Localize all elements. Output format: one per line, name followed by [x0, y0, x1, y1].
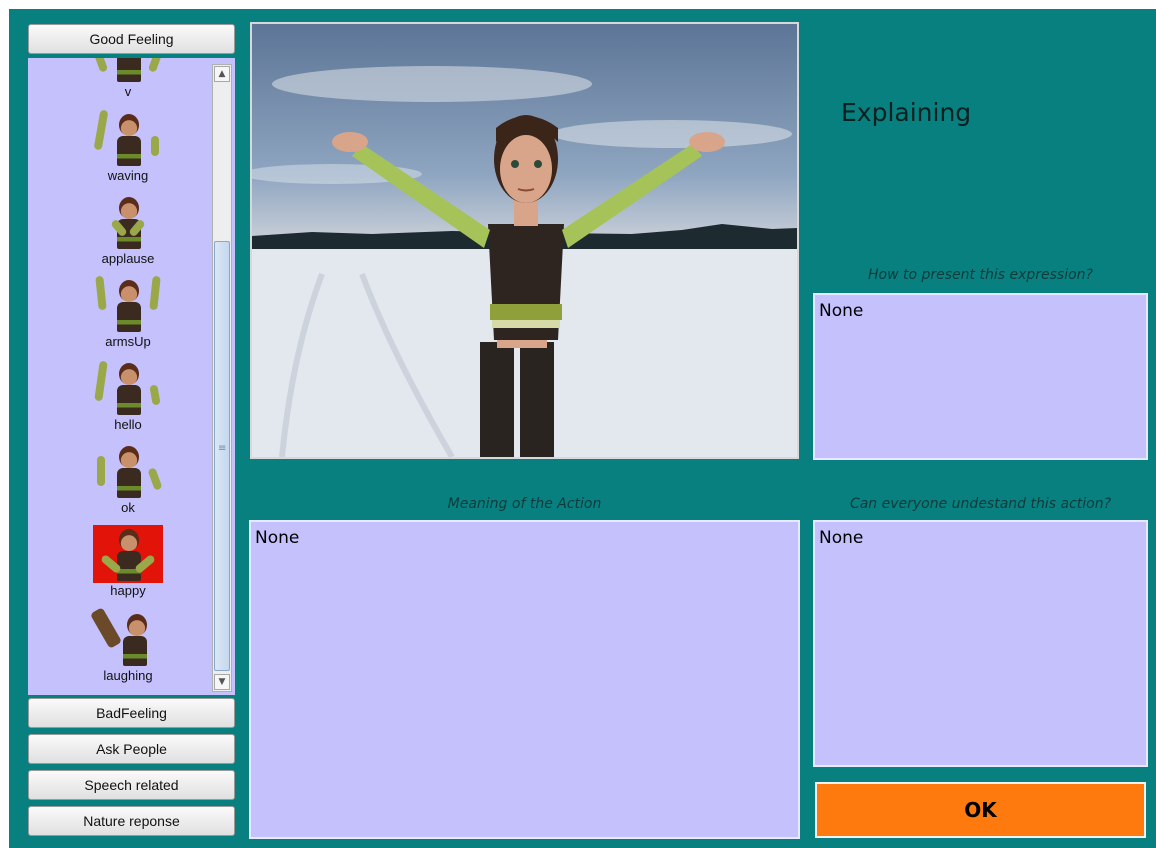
list-item-label: happy [110, 583, 146, 598]
ok-button[interactable]: OK [815, 782, 1146, 838]
present-field[interactable]: None [813, 293, 1148, 460]
category-nature-reponse-button[interactable]: Nature reponse [28, 806, 235, 836]
avatar-pose-hello-icon [93, 359, 163, 417]
avatar-3d-viewport[interactable] [250, 22, 799, 459]
gesture-list-scrollbar[interactable]: ▲ ≡ ▼ [212, 64, 232, 692]
avatar-pose-laughing-icon [89, 607, 163, 668]
list-item-hello[interactable]: hello [88, 359, 168, 433]
avatar-pose-armsup-icon [93, 275, 163, 334]
scroll-down-arrow-icon[interactable]: ▼ [214, 674, 230, 690]
avatar-pose-v-icon [93, 58, 163, 84]
scrollbar-thumb[interactable]: ≡ [214, 241, 230, 671]
list-item-happy[interactable]: happy [88, 525, 168, 599]
list-item-label: waving [107, 168, 149, 183]
present-label: How to present this expression? [868, 267, 1093, 283]
list-item-applause[interactable]: applause [88, 193, 168, 267]
category-ask-people-button[interactable]: Ask People [28, 734, 235, 764]
list-item-label: hello [114, 417, 142, 432]
list-item-armsup[interactable]: armsUp [88, 275, 168, 350]
list-item-laughing[interactable]: laughing [88, 607, 168, 684]
scrollbar-grip-icon: ≡ [218, 443, 227, 454]
category-badfeeling-button[interactable]: BadFeeling [28, 698, 235, 728]
avatar-pose-happy-icon [93, 525, 163, 583]
scroll-up-arrow-icon[interactable]: ▲ [214, 66, 230, 82]
list-item-label: armsUp [105, 334, 151, 349]
list-item-label: v [124, 84, 132, 99]
avatar-scene-image [252, 66, 797, 457]
understand-label: Can everyone undestand this action? [849, 496, 1112, 512]
list-item-waving[interactable]: waving [88, 109, 168, 184]
list-item-label: ok [121, 500, 135, 515]
list-item-v[interactable]: v [88, 58, 168, 100]
meaning-label: Meaning of the Action [447, 496, 602, 512]
gesture-list: v waving applause armsUp hello ok happy … [28, 58, 235, 695]
list-item-ok[interactable]: ok [88, 442, 168, 516]
avatar-pose-waving-icon [93, 109, 163, 168]
list-item-label: applause [101, 251, 155, 266]
category-speech-related-button[interactable]: Speech related [28, 770, 235, 800]
avatar-pose-applause-icon [93, 193, 163, 251]
list-item-label: laughing [103, 668, 153, 683]
understand-field[interactable]: None [813, 520, 1148, 767]
category-good-feeling-button[interactable]: Good Feeling [28, 24, 235, 54]
page-title: Explaining [841, 98, 972, 127]
avatar-pose-ok-icon [93, 442, 163, 500]
meaning-field[interactable]: None [249, 520, 800, 839]
